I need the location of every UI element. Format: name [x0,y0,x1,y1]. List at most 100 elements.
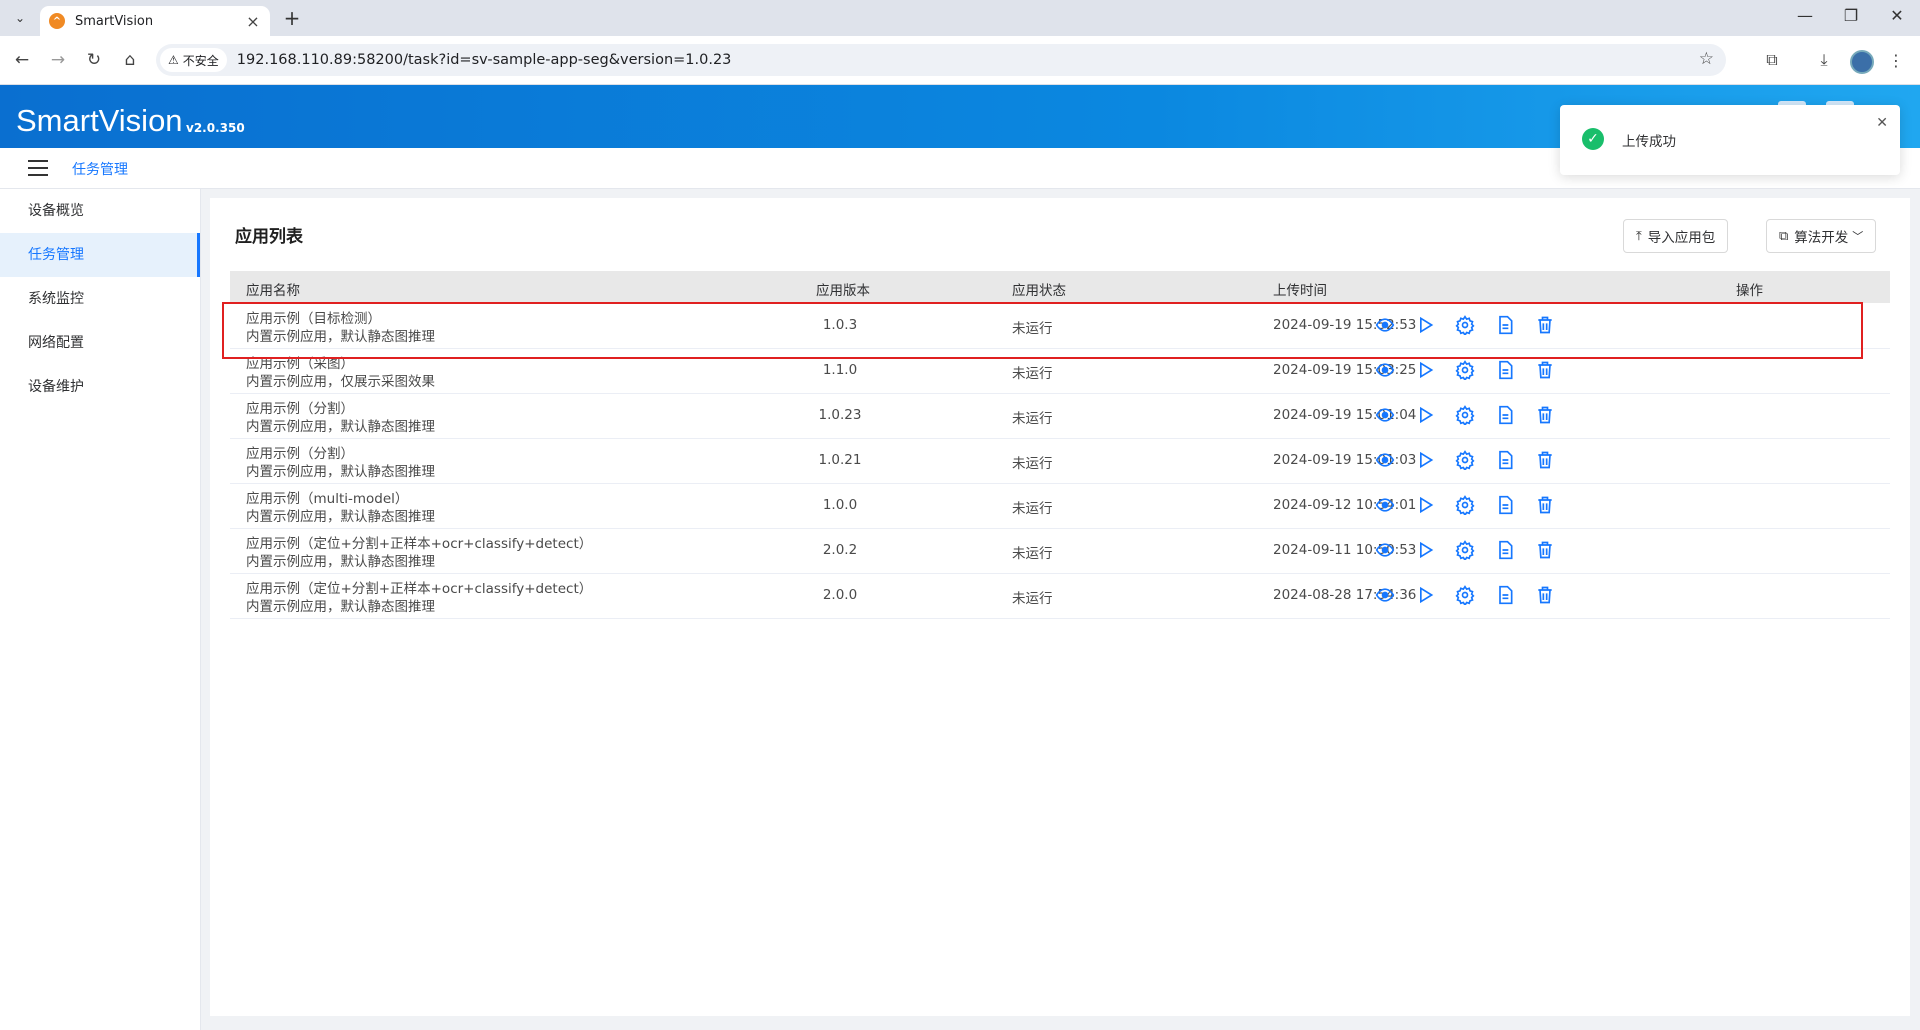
view-icon[interactable] [1375,585,1395,605]
table-row: 应用示例（定位+分割+正样本+ocr+classify+detect） 内置示例应… [230,528,1890,574]
security-chip[interactable]: ⚠ 不安全 [160,48,227,72]
delete-icon[interactable] [1535,540,1555,560]
app-description: 内置示例应用，仅展示采图效果 [246,374,435,390]
forward-icon[interactable]: → [46,48,70,72]
algorithm-dev-label: 算法开发 [1794,230,1849,246]
table-row: 应用示例（定位+分割+正样本+ocr+classify+detect） 内置示例应… [230,573,1890,619]
browser-toolbar: ← → ↻ ⌂ ⚠ 不安全 192.168.110.89:58200/task?… [0,36,1920,85]
url-text[interactable]: 192.168.110.89:58200/task?id=sv-sample-a… [237,52,732,68]
settings-icon[interactable] [1455,405,1475,425]
app-version: 2.0.0 [822,587,858,603]
home-icon[interactable]: ⌂ [118,48,142,72]
app-status: 未运行 [1012,366,1053,382]
app-name: 应用示例（分割） [246,446,354,462]
app-version: v2.0.350 [186,121,245,135]
app-description: 内置示例应用，默认静态图推理 [246,554,435,570]
bookmark-star-icon[interactable]: ☆ [1699,49,1714,69]
toast-close-icon[interactable]: ✕ [1876,115,1888,131]
delete-icon[interactable] [1535,360,1555,380]
import-app-label: 导入应用包 [1647,230,1716,246]
app-name: 应用示例（multi-model） [246,491,409,507]
delete-icon[interactable] [1535,495,1555,515]
view-icon[interactable] [1375,450,1395,470]
document-icon[interactable] [1495,450,1515,470]
app-version: 1.0.23 [818,407,862,423]
run-icon[interactable] [1415,315,1435,335]
sidebar-item-device-overview[interactable]: 设备概览 [0,189,200,233]
algorithm-dev-dropdown[interactable]: ⧉ 算法开发 ﹀ [1766,219,1877,253]
import-app-button[interactable]: ⤒ 导入应用包 [1623,219,1729,253]
view-icon[interactable] [1375,360,1395,380]
view-icon[interactable] [1375,540,1395,560]
table-row: 应用示例（multi-model） 内置示例应用，默认静态图推理 1.0.0 未运行 2… [230,483,1890,529]
document-icon[interactable] [1495,360,1515,380]
delete-icon[interactable] [1535,405,1555,425]
new-tab-icon[interactable]: + [280,6,304,30]
sidebar: 设备概览 任务管理 系统监控 网络配置 设备维护 [0,189,201,1030]
extensions-icon[interactable]: ⧉ [1760,48,1784,72]
app-status: 未运行 [1012,411,1053,427]
breadcrumb-current[interactable]: 任务管理 [72,159,128,179]
col-operations: 操作 [1736,283,1763,299]
download-icon[interactable]: ⤓ [1812,48,1836,72]
back-icon[interactable]: ← [10,48,34,72]
sidebar-item-device-maintenance[interactable]: 设备维护 [0,365,200,409]
settings-icon[interactable] [1455,495,1475,515]
address-bar[interactable]: ⚠ 不安全 192.168.110.89:58200/task?id=sv-sa… [156,44,1726,76]
settings-icon[interactable] [1455,315,1475,335]
view-icon[interactable] [1375,495,1395,515]
table-row: 应用示例（分割） 内置示例应用，默认静态图推理 1.0.21 未运行 2024-09-1… [230,438,1890,484]
app-name: 应用示例（分割） [246,401,354,417]
close-tab-icon[interactable]: × [242,12,264,31]
close-window-icon[interactable]: ✕ [1882,6,1912,25]
sidebar-item-system-monitor[interactable]: 系统监控 [0,277,200,321]
app-description: 内置示例应用，默认静态图推理 [246,509,435,525]
run-icon[interactable] [1415,540,1435,560]
delete-icon[interactable] [1535,450,1555,470]
document-icon[interactable] [1495,315,1515,335]
settings-icon[interactable] [1455,585,1475,605]
toast-message: 上传成功 [1622,134,1676,150]
run-icon[interactable] [1415,405,1435,425]
document-icon[interactable] [1495,495,1515,515]
app-version: 1.0.0 [822,497,858,513]
table-row: 应用示例（目标检测） 内置示例应用，默认静态图推理 1.0.3 未运行 2024-09-… [230,303,1890,349]
settings-icon[interactable] [1455,360,1475,380]
upload-icon: ⤒ [1636,228,1642,244]
app-name: 应用示例（采图） [246,356,354,372]
settings-icon[interactable] [1455,450,1475,470]
sidebar-item-task-management[interactable]: 任务管理 [0,233,200,277]
delete-icon[interactable] [1535,315,1555,335]
app-status: 未运行 [1012,591,1053,607]
browser-menu-icon[interactable]: ⋮ [1884,48,1908,72]
document-icon[interactable] [1495,405,1515,425]
app-description: 内置示例应用，默认静态图推理 [246,329,435,345]
delete-icon[interactable] [1535,585,1555,605]
settings-icon[interactable] [1455,540,1475,560]
view-icon[interactable] [1375,405,1395,425]
minimize-icon[interactable]: — [1790,6,1820,25]
col-version: 应用版本 [816,283,870,299]
tab-search-icon[interactable]: ⌄ [8,6,32,30]
reload-icon[interactable]: ↻ [82,48,106,72]
run-icon[interactable] [1415,585,1435,605]
menu-toggle-icon[interactable] [28,160,48,181]
app-list-panel: 应用列表 ⤒ 导入应用包 ⧉ 算法开发 ﹀ 应用名称 应用版本 应用状态 上传时… [210,198,1910,1016]
view-icon[interactable] [1375,315,1395,335]
brand-logo-text: SmartVision [16,103,183,138]
browser-tab[interactable]: ^ SmartVision × [40,6,270,36]
document-icon[interactable] [1495,540,1515,560]
sidebar-item-network-config[interactable]: 网络配置 [0,321,200,365]
table-row: 应用示例（采图） 内置示例应用，仅展示采图效果 1.1.0 未运行 2024-09-19… [230,348,1890,394]
run-icon[interactable] [1415,360,1435,380]
table-header: 应用名称 应用版本 应用状态 上传时间 操作 [230,271,1890,303]
app-version: 1.1.0 [822,362,858,378]
profile-avatar[interactable] [1850,50,1874,74]
document-icon[interactable] [1495,585,1515,605]
restore-icon[interactable]: ❐ [1836,6,1866,25]
col-name: 应用名称 [246,283,300,299]
check-circle-icon: ✓ [1582,128,1604,150]
run-icon[interactable] [1415,495,1435,515]
app-status: 未运行 [1012,321,1053,337]
run-icon[interactable] [1415,450,1435,470]
